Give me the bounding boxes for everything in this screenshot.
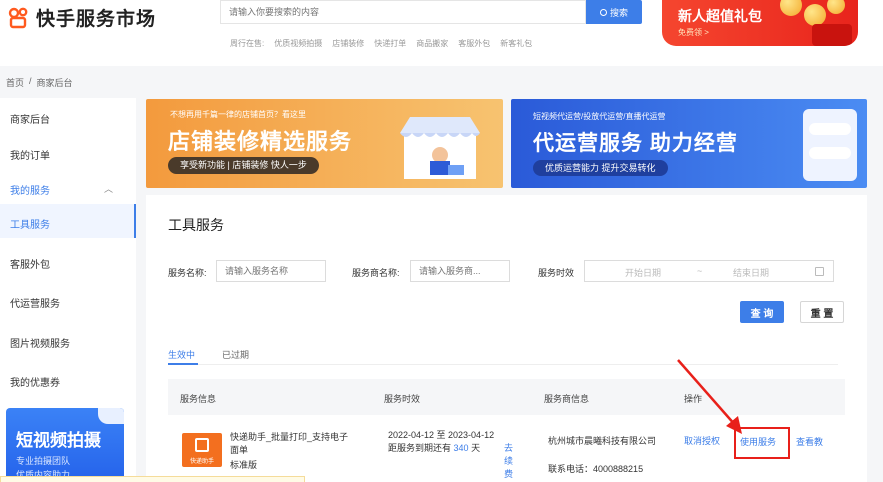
breadcrumb-current: 商家后台 [36, 78, 73, 88]
coin-icon [804, 4, 826, 26]
logo-text: 快手服务市场 [36, 9, 157, 30]
query-button[interactable]: 查 询 [740, 301, 784, 323]
sidebar-item-customer-service[interactable]: 客服外包 [10, 256, 50, 271]
service-logo: 快递助手 [182, 433, 222, 467]
tool-services-panel: 工具服务 服务名称: 服务商名称: 服务时效 开始日期 ~ 结束日期 查 询 重… [146, 195, 867, 482]
search-icon [599, 8, 607, 16]
sidebar-banner-title: 短视频拍摄 [16, 431, 101, 450]
column-header-service-info: 服务信息 [180, 394, 217, 404]
banner-right-title: 代运营服务 助力经营 [533, 132, 738, 155]
sidebar-item-merchant-backend[interactable]: 商家后台 [10, 111, 50, 126]
sidebar-item-my-coupons[interactable]: 我的优惠券 [10, 374, 60, 389]
red-envelope-icon [812, 24, 852, 46]
logo-icon [8, 7, 30, 29]
service-name-label: 服务名称: [168, 268, 207, 278]
search-button-label: 搜索 [609, 7, 628, 18]
tab-active[interactable]: 生效中 [168, 348, 195, 361]
hot-link[interactable]: 客服外包 [458, 38, 490, 49]
operation-service-banner[interactable]: 短视频代运营/投放代运营/直播代运营 代运营服务 助力经营 优质运营能力 提升交… [511, 99, 867, 188]
banner-left-pill: 享受新功能 | 店铺装修 快人一步 [168, 157, 319, 174]
date-range-picker[interactable]: 开始日期 ~ 结束日期 [584, 260, 834, 282]
storefront-illustration-icon [394, 111, 486, 181]
banner-right-pill: 优质运营能力 提升交易转化 [533, 160, 668, 176]
service-period-range: 2022-04-12 至 2023-04-12 [388, 430, 495, 440]
date-range-separator: ~ [697, 266, 703, 276]
service-period-label: 服务时效 [538, 268, 575, 278]
tab-active-indicator [168, 363, 198, 365]
page-title: 工具服务 [168, 217, 224, 233]
banner-left-top-text: 不想再用千篇一律的店铺首页？看这里 [170, 110, 306, 119]
reset-button-label: 重 置 [810, 308, 834, 320]
sidebar-item-my-orders[interactable]: 我的订单 [10, 147, 50, 162]
promo-banner[interactable]: 新人超值礼包 免费领 > [662, 0, 858, 46]
sidebar-item-operation-services[interactable]: 代运营服务 [10, 295, 60, 310]
phone-illustration-icon [803, 109, 857, 181]
phone-label: 联系电话： [548, 464, 594, 474]
breadcrumb: 首页 / 商家后台 [6, 76, 73, 89]
provider-name-label: 服务商名称: [352, 268, 400, 278]
hot-label: 周行在售: [230, 39, 265, 48]
column-header-service-period: 服务时效 [384, 394, 421, 404]
cloud-icon [98, 408, 124, 424]
remaining-days: 340 [453, 443, 469, 453]
sidebar-item-my-services[interactable]: 我的服务 [10, 182, 50, 197]
search-button[interactable]: 搜索 [586, 0, 642, 24]
hot-link[interactable]: 商品搬家 [416, 38, 448, 49]
sidebar-item-tool-services[interactable]: 工具服务 [10, 216, 50, 231]
end-date-input[interactable]: 结束日期 [733, 266, 769, 279]
sidebar-banner-line1: 专业拍摄团队 [16, 456, 71, 466]
search-input[interactable] [221, 1, 585, 23]
banner-left-title: 店铺装修精选服务 [168, 129, 353, 154]
service-remaining: 距服务到期还有 340 天 [388, 442, 480, 455]
hot-link[interactable]: 快递打单 [374, 38, 406, 49]
service-logo-text: 快递助手 [189, 459, 214, 465]
banner-right-top-text: 短视频代运营/投放代运营/直播代运营 [533, 112, 666, 121]
hot-link[interactable]: 优质视频拍摄 [274, 38, 322, 49]
hot-link[interactable]: 店铺装修 [332, 38, 364, 49]
view-tutorial-link[interactable]: 查看教 [796, 436, 823, 449]
breadcrumb-separator: / [29, 76, 32, 86]
chevron-up-icon[interactable]: ︿ [104, 182, 113, 195]
phone-number: 4000888215 [593, 464, 644, 474]
provider-name-input[interactable] [410, 260, 510, 282]
breadcrumb-home[interactable]: 首页 [6, 76, 24, 89]
remaining-prefix: 距服务到期还有 [388, 443, 452, 453]
query-button-label: 查 询 [750, 308, 774, 320]
top-header: 快手服务市场 搜索 周行在售: 优质视频拍摄 店铺装修 快递打单 商品搬家 客服… [0, 0, 883, 66]
service-name-input[interactable] [216, 260, 326, 282]
coin-icon [780, 0, 802, 16]
sidebar-item-image-video-services[interactable]: 图片视频服务 [10, 335, 70, 350]
service-name[interactable]: 快递助手_批量打印_支持电子面单 [230, 431, 356, 457]
service-edition: 标准版 [230, 460, 258, 470]
tab-expired[interactable]: 已过期 [222, 348, 249, 361]
promo-title: 新人超值礼包 [678, 8, 762, 24]
column-header-provider-info: 服务商信息 [544, 394, 590, 404]
bottom-notice-strip [0, 476, 305, 482]
start-date-input[interactable]: 开始日期 [625, 266, 661, 279]
search-box[interactable] [220, 0, 586, 24]
logo[interactable]: 快手服务市场 [8, 4, 156, 31]
promo-subtitle: 免费领 > [678, 28, 709, 37]
shop-decoration-banner[interactable]: 不想再用千篇一律的店铺首页？看这里 店铺装修精选服务 享受新功能 | 店铺装修 … [146, 99, 503, 188]
sidebar-promo-banner[interactable]: 短视频拍摄 专业拍摄团队 优质内容助力 [6, 408, 124, 482]
provider-name: 杭州城市晨曦科技有限公司 [548, 436, 657, 446]
express-box-icon [195, 438, 209, 452]
provider-phone: 联系电话：4000888215 [548, 463, 643, 476]
hot-links: 周行在售: 优质视频拍摄 店铺装修 快递打单 商品搬家 客服外包 新客礼包 [230, 38, 532, 49]
calendar-icon [815, 267, 824, 276]
coin-icon [827, 0, 845, 14]
renew-link[interactable]: 去续费 [504, 442, 520, 481]
reset-button[interactable]: 重 置 [800, 301, 844, 323]
hot-link[interactable]: 新客礼包 [500, 38, 532, 49]
remaining-unit: 天 [471, 443, 481, 453]
annotation-arrow-icon [677, 359, 742, 434]
